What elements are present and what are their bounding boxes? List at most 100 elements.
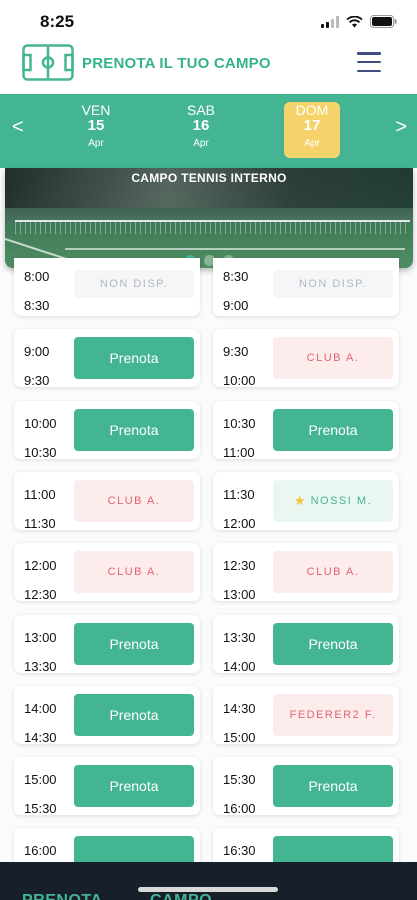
home-indicator — [138, 887, 278, 892]
slot-end-time: 9:00 — [223, 298, 249, 313]
time-slot-card: 14:30 15:00 FEDERER2 F. — [213, 685, 399, 745]
slot-start-time: 15:00 — [24, 772, 57, 788]
day-month: Apr — [193, 138, 209, 149]
slot-label: CLUB A. — [107, 494, 161, 507]
slot-end-time: 11:00 — [223, 444, 255, 460]
slot-start-time: 14:00 — [24, 700, 57, 716]
book-slot-button[interactable]: Prenota — [74, 337, 194, 380]
day-name: VEN — [81, 102, 111, 118]
time-slot-card: 8:30 9:00 NON DISP. — [213, 258, 399, 316]
unavailable-badge: NON DISP. — [74, 270, 194, 298]
slot-end-time: 14:00 — [223, 658, 256, 674]
slot-label: FEDERER2 F. — [289, 708, 377, 721]
slot-times: 11:00 11:30 — [24, 480, 56, 538]
bottom-tab-bar: PRENOTA CAMPO — [0, 862, 417, 900]
book-slot-button[interactable]: Prenota — [273, 622, 393, 665]
court-image-net — [15, 220, 410, 234]
slot-label: Prenota — [109, 778, 159, 795]
day-sab[interactable]: SAB 16 Apr — [173, 102, 229, 158]
day-number: 16 — [192, 117, 210, 134]
slot-times: 10:30 11:00 — [223, 409, 256, 467]
slot-end-time: 12:30 — [24, 587, 57, 603]
time-slot-card: 10:30 11:00 Prenota — [213, 400, 399, 460]
slot-times: 13:00 13:30 — [24, 623, 57, 681]
slot-times: 8:00 8:30 — [24, 262, 49, 320]
slot-label: Prenota — [109, 421, 159, 438]
next-date-button[interactable]: > — [395, 116, 407, 139]
slot-label: Prenota — [308, 778, 358, 795]
slot-label: Prenota — [109, 635, 159, 652]
slot-end-time: 10:00 — [223, 373, 256, 389]
day-name: DOM — [295, 102, 329, 118]
slot-end-time: 15:30 — [24, 801, 57, 817]
menu-icon[interactable] — [357, 52, 381, 72]
time-slot-card: 9:30 10:00 CLUB A. — [213, 329, 399, 388]
book-slot-button[interactable]: Prenota — [273, 408, 393, 451]
time-slot-card: 12:30 13:00 CLUB A. — [213, 543, 399, 602]
reservation-badge: CLUB A. — [273, 337, 393, 380]
app-header: PRENOTA IL TUO CAMPO — [0, 44, 417, 94]
slot-times: 9:30 10:00 — [223, 337, 256, 395]
book-slot-button[interactable]: Prenota — [273, 765, 393, 808]
book-slot-button[interactable]: Prenota — [74, 765, 194, 808]
status-icons — [321, 15, 397, 28]
day-number: 15 — [87, 117, 105, 134]
day-month: Apr — [88, 138, 104, 149]
slot-label: Prenota — [109, 706, 159, 723]
slot-start-time: 9:30 — [223, 344, 249, 360]
tab-campo[interactable]: CAMPO — [150, 892, 212, 900]
time-slot-card: 15:30 16:00 Prenota — [213, 757, 399, 816]
slot-times: 14:00 14:30 — [24, 694, 57, 752]
slot-label: Prenota — [308, 421, 358, 438]
book-slot-button[interactable]: Prenota — [74, 408, 194, 451]
time-slot-card: 13:00 13:30 Prenota — [14, 614, 200, 674]
wifi-icon — [346, 15, 363, 27]
slot-end-time: 16:00 — [223, 801, 256, 817]
slot-label: NOSSI M. — [310, 494, 373, 507]
slot-times: 11:30 12:00 — [223, 480, 256, 538]
book-slot-button[interactable]: Prenota — [74, 622, 194, 665]
slot-end-time: 8:30 — [24, 298, 50, 313]
slot-start-time: 10:00 — [24, 415, 57, 431]
slot-end-time: 13:30 — [24, 658, 57, 674]
slot-times: 10:00 10:30 — [24, 409, 57, 467]
unavailable-badge: NON DISP. — [273, 270, 393, 298]
page: 8:25 PRENOTA IL TUO CAMPO < VEN 15 Apr S… — [0, 0, 417, 900]
slot-times: 14:30 15:00 — [223, 694, 256, 752]
slot-label: Prenota — [109, 350, 159, 367]
status-time: 8:25 — [40, 12, 75, 31]
slot-label: Prenota — [308, 635, 358, 652]
page-title: PRENOTA IL TUO CAMPO — [82, 55, 271, 72]
slot-label: NON DISP. — [298, 278, 368, 290]
slot-times: 15:30 16:00 — [223, 765, 256, 823]
slot-label: CLUB A. — [306, 566, 360, 579]
slot-start-time: 11:00 — [24, 486, 56, 502]
slot-start-time: 9:00 — [24, 344, 50, 360]
status-bar: 8:25 — [0, 0, 417, 44]
court-name: CAMPO TENNIS INTERNO — [131, 171, 287, 185]
day-ven[interactable]: VEN 15 Apr — [68, 102, 124, 158]
slot-label: CLUB A. — [306, 352, 360, 365]
date-selector: < VEN 15 Apr SAB 16 Apr DOM 17 Apr > — [0, 94, 417, 168]
tab-prenota[interactable]: PRENOTA — [22, 892, 103, 900]
slot-start-time: 8:30 — [223, 269, 249, 284]
slot-start-time: 12:00 — [24, 558, 57, 574]
time-slot-card: 15:00 15:30 Prenota — [14, 757, 200, 816]
day-dom-selected[interactable]: DOM 17 Apr — [284, 102, 340, 158]
prev-date-button[interactable]: < — [12, 116, 24, 139]
slot-start-time: 11:30 — [223, 486, 255, 502]
slot-start-time: 13:00 — [24, 629, 57, 645]
slot-end-time: 15:00 — [223, 729, 256, 745]
time-slot-card: 8:00 8:30 NON DISP. — [14, 258, 200, 316]
signal-icon — [321, 15, 339, 28]
time-slot-card: 11:30 12:00 ★ NOSSI M. — [213, 471, 399, 531]
court-banner[interactable]: CAMPO TENNIS INTERNO — [5, 168, 413, 268]
slot-start-time: 13:30 — [223, 629, 256, 645]
slot-times: 12:30 13:00 — [223, 551, 256, 609]
slot-end-time: 9:30 — [24, 373, 50, 389]
slot-label: CLUB A. — [107, 566, 161, 579]
book-slot-button[interactable]: Prenota — [74, 693, 194, 736]
star-icon: ★ — [293, 492, 306, 508]
time-slot-card: 10:00 10:30 Prenota — [14, 400, 200, 460]
reservation-badge: CLUB A. — [273, 551, 393, 594]
